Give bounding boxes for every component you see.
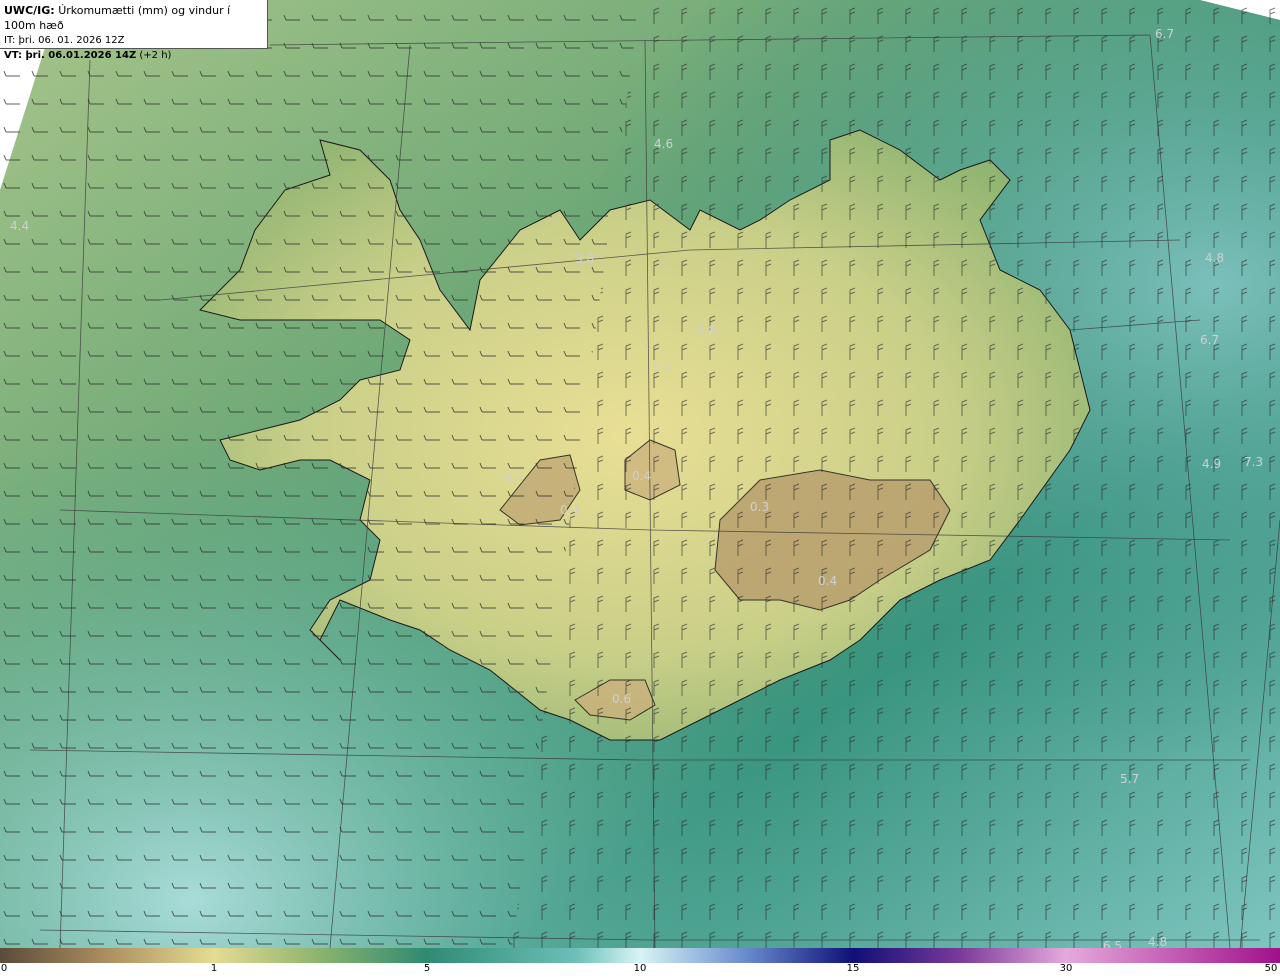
- value-label: 0.4: [505, 471, 524, 485]
- value-label: 6.7: [1200, 333, 1219, 347]
- value-label: 5.7: [1120, 772, 1139, 786]
- init-time-value: þri. 06. 01. 2026 12Z: [18, 35, 125, 46]
- value-label: 3.8: [575, 252, 594, 266]
- value-label: 0.4: [818, 574, 837, 588]
- value-label: 0.6: [612, 692, 631, 706]
- colorbar-tick: 10: [633, 963, 647, 974]
- value-label: 7.3: [1244, 455, 1263, 469]
- value-label: 6.7: [1155, 27, 1174, 41]
- colorbar: 0 1 5 10 15 30 50: [0, 948, 1280, 978]
- value-label: 4.8: [1148, 935, 1167, 948]
- colorbar-tick: 5: [423, 963, 431, 974]
- init-time-label: IT:: [4, 35, 16, 46]
- init-time-line: IT: þri. 06. 01. 2026 12Z: [4, 33, 263, 48]
- value-label: 1.0: [652, 361, 671, 375]
- value-label: 4.4: [10, 219, 29, 233]
- value-label: 0.3: [750, 500, 769, 514]
- colorbar-strip: [0, 948, 1280, 963]
- value-label: 6.5: [1103, 939, 1122, 948]
- info-box: UWC/IG: Úrkomumætti (mm) og vindur í 100…: [0, 0, 268, 61]
- value-label: 4.9: [1202, 457, 1221, 471]
- value-label: 0.4: [560, 503, 579, 517]
- value-label: 0.8: [697, 323, 716, 337]
- colorbar-tick: 50: [1264, 963, 1278, 974]
- colorbar-tick: 30: [1059, 963, 1073, 974]
- title-line: UWC/IG: Úrkomumætti (mm) og vindur í 100…: [4, 3, 263, 33]
- map-viewer: 6.7 4.6 4.4 3.8 4.8 6.7 0.8 1.0 0.4 0.3 …: [0, 0, 1280, 978]
- colorbar-tick: 15: [846, 963, 860, 974]
- model-label: UWC/IG:: [4, 4, 55, 17]
- valid-time-line: VT: þri. 06.01.2026 14Z (+2 h): [4, 48, 263, 63]
- colorbar-tick: 0: [0, 963, 8, 974]
- colorbar-tick: 1: [210, 963, 218, 974]
- valid-time: VT: þri. 06.01.2026 14Z: [4, 50, 137, 61]
- value-label: 0.4: [632, 469, 651, 483]
- value-label: 4.8: [1205, 251, 1224, 265]
- precipitation-map[interactable]: 6.7 4.6 4.4 3.8 4.8 6.7 0.8 1.0 0.4 0.3 …: [0, 0, 1280, 948]
- value-label: 4.6: [654, 137, 673, 151]
- lead-time: (+2 h): [139, 50, 172, 61]
